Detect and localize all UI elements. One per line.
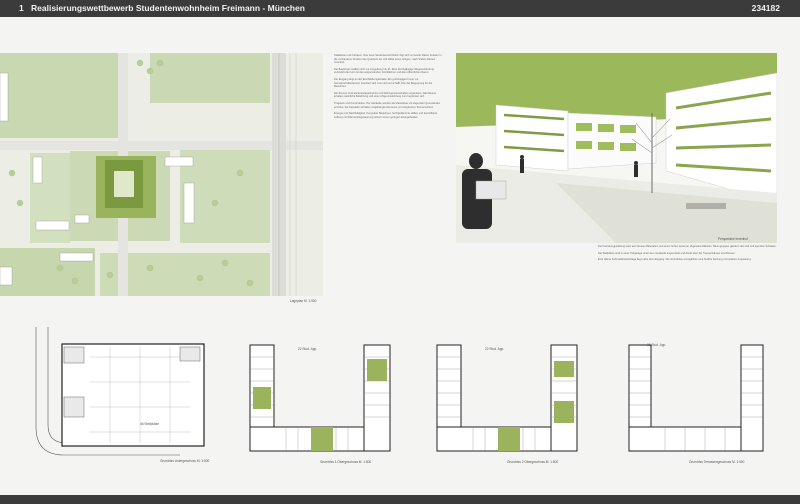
header-bar: 1 Realisierungswettbewerb Studentenwohnh…	[0, 0, 800, 17]
floor-plan-second-floor: 22 Stud. App. Grundriss 2.Obergeschoss M…	[433, 343, 593, 467]
floor-plan-first-floor: 22 Stud. App. Grundriss 1.Obergeschoss M…	[246, 343, 406, 467]
footer-bar	[0, 495, 800, 504]
rendering-caption: Perspektive Innenhof	[718, 237, 748, 241]
paragraph: Energie und Nachhaltigkeit. Kompakte Bau…	[334, 112, 438, 119]
paragraph: Die Stellplätze sind in einer Tiefgarage…	[598, 251, 736, 255]
site-plan-caption: Lageplan M. 1:500	[290, 299, 317, 303]
floor-plan-terrace-floor: 21 Stud. App. Grundriss Terrassengeschos…	[625, 343, 770, 467]
paragraph: Tragwerk und Konstruktion. Die Gebäude w…	[334, 101, 441, 109]
paragraph: Eine offene Fahrradabstellanlage liegt n…	[598, 258, 752, 262]
description-column-1: Städtebau und Freiraum. Das neue Student…	[334, 54, 444, 299]
panel-title: Realisierungswettbewerb Studentenwohnhei…	[31, 3, 305, 13]
paragraph: Die Baukörper staffeln sich zur Umgebung…	[334, 67, 434, 75]
floor-plan-basement: 46 Stellplätze Grundriss Untergeschoss M…	[30, 327, 209, 467]
first-floor-label: 22 Stud. App.	[298, 347, 318, 351]
second-floor-caption: Grundriss 2.Obergeschoss M. 1:500	[507, 460, 559, 464]
first-floor-caption: Grundriss 1.Obergeschoss M. 1:500	[320, 460, 372, 464]
second-floor-label: 22 Stud. App.	[485, 347, 505, 351]
paragraph: Die Zimmer sind als Einzelapartments und…	[334, 91, 437, 99]
basement-label: 46 Stellplätze	[140, 422, 160, 426]
basement-caption: Grundriss Untergeschoss M. 1:500	[160, 459, 210, 463]
entry-code: 234182	[751, 3, 780, 13]
paragraph: Städtebau und Freiraum. Das neue Student…	[334, 54, 442, 65]
courtyard-rendering: Perspektive Innenhof	[456, 53, 777, 243]
paragraph: Der Eingang liegt an der Erschließungsst…	[334, 77, 433, 89]
description-column-2: Die Freiraumgestaltung setzt auf robuste…	[598, 245, 778, 315]
paragraph: Die Freiraumgestaltung setzt auf robuste…	[598, 245, 777, 248]
site-plan: Lageplan M. 1:500	[0, 53, 323, 303]
terrace-floor-label: 21 Stud. App.	[647, 343, 667, 347]
terrace-floor-caption: Grundriss Terrassengeschoss M. 1:500	[689, 460, 745, 464]
panel-number: 1	[19, 3, 24, 13]
